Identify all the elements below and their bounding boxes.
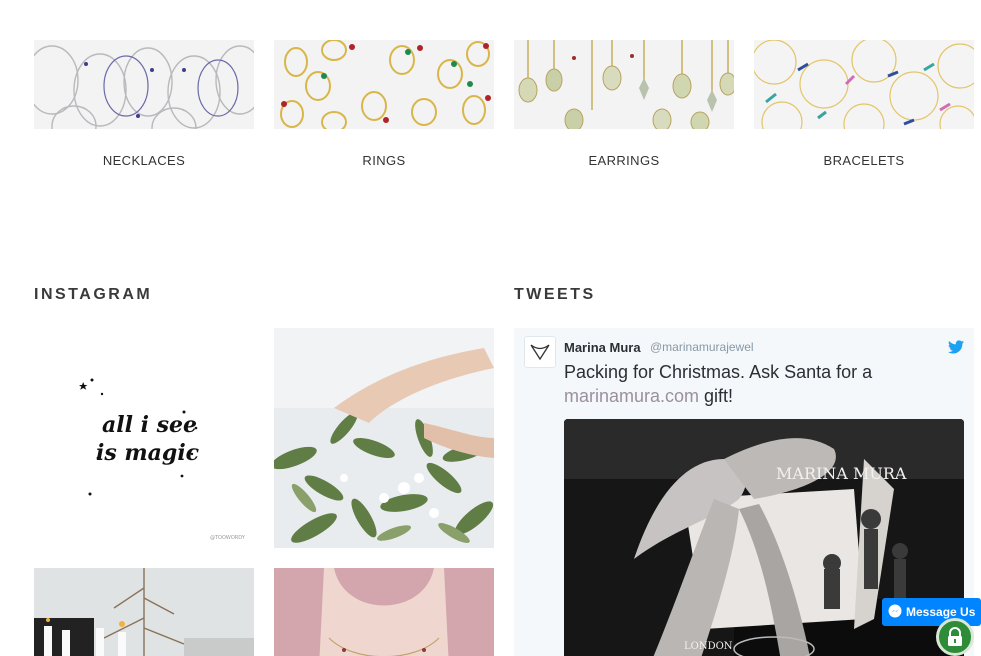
candles-photo	[34, 568, 254, 656]
tweet-link[interactable]: marinamura.com	[564, 386, 699, 406]
tweet-author-handle[interactable]: @marinamurajewel	[650, 340, 754, 354]
ribbon-text: MARINA MURA	[776, 464, 907, 483]
security-badge[interactable]	[936, 618, 974, 656]
tweet-text: Packing for Christmas. Ask Santa for a m…	[564, 360, 904, 408]
bracelets-image[interactable]	[754, 40, 974, 129]
category-label[interactable]: BRACELETS	[754, 153, 974, 168]
messenger-label: Message Us	[906, 605, 976, 619]
instagram-post-necklace[interactable]	[274, 568, 494, 656]
category-label[interactable]: NECKLACES	[34, 153, 254, 168]
quote-line-1: all i see	[102, 412, 197, 438]
category-necklaces[interactable]: NECKLACES	[34, 40, 254, 168]
quote-line-2: is magic	[96, 440, 200, 466]
necklaces-image[interactable]	[34, 40, 254, 129]
category-label[interactable]: EARRINGS	[514, 153, 734, 168]
messenger-icon	[888, 604, 902, 621]
rings-image[interactable]	[274, 40, 494, 129]
quote-credit: @TOOWORDY	[210, 535, 246, 541]
necklace-model-photo	[274, 568, 494, 656]
author-avatar[interactable]	[524, 336, 556, 368]
wreath-photo	[274, 328, 494, 548]
earrings-image[interactable]	[514, 40, 734, 129]
instagram-post-quote[interactable]: all i see is magic @TOOWORDY	[34, 328, 254, 548]
instagram-post-wreath[interactable]	[274, 328, 494, 548]
tweet-text-after: gift!	[699, 386, 734, 406]
ribbon-subtext: LONDON	[684, 641, 733, 652]
category-earrings[interactable]: EARRINGS	[514, 40, 734, 168]
instagram-post-candles[interactable]	[34, 568, 254, 656]
quote-image: all i see is magic @TOOWORDY	[79, 378, 246, 541]
category-label[interactable]: RINGS	[274, 153, 494, 168]
tweet-text-before: Packing for Christmas. Ask Santa for a	[564, 362, 873, 382]
instagram-title: INSTAGRAM	[34, 286, 153, 303]
twitter-bird-icon[interactable]	[948, 340, 964, 359]
tweet-author-name[interactable]: Marina Mura	[564, 340, 641, 355]
lock-icon	[948, 627, 962, 646]
marina-mura-logo-icon	[530, 344, 550, 361]
category-bracelets[interactable]: BRACELETS	[754, 40, 974, 168]
tweets-title: TWEETS	[514, 286, 596, 303]
category-rings[interactable]: RINGS	[274, 40, 494, 168]
